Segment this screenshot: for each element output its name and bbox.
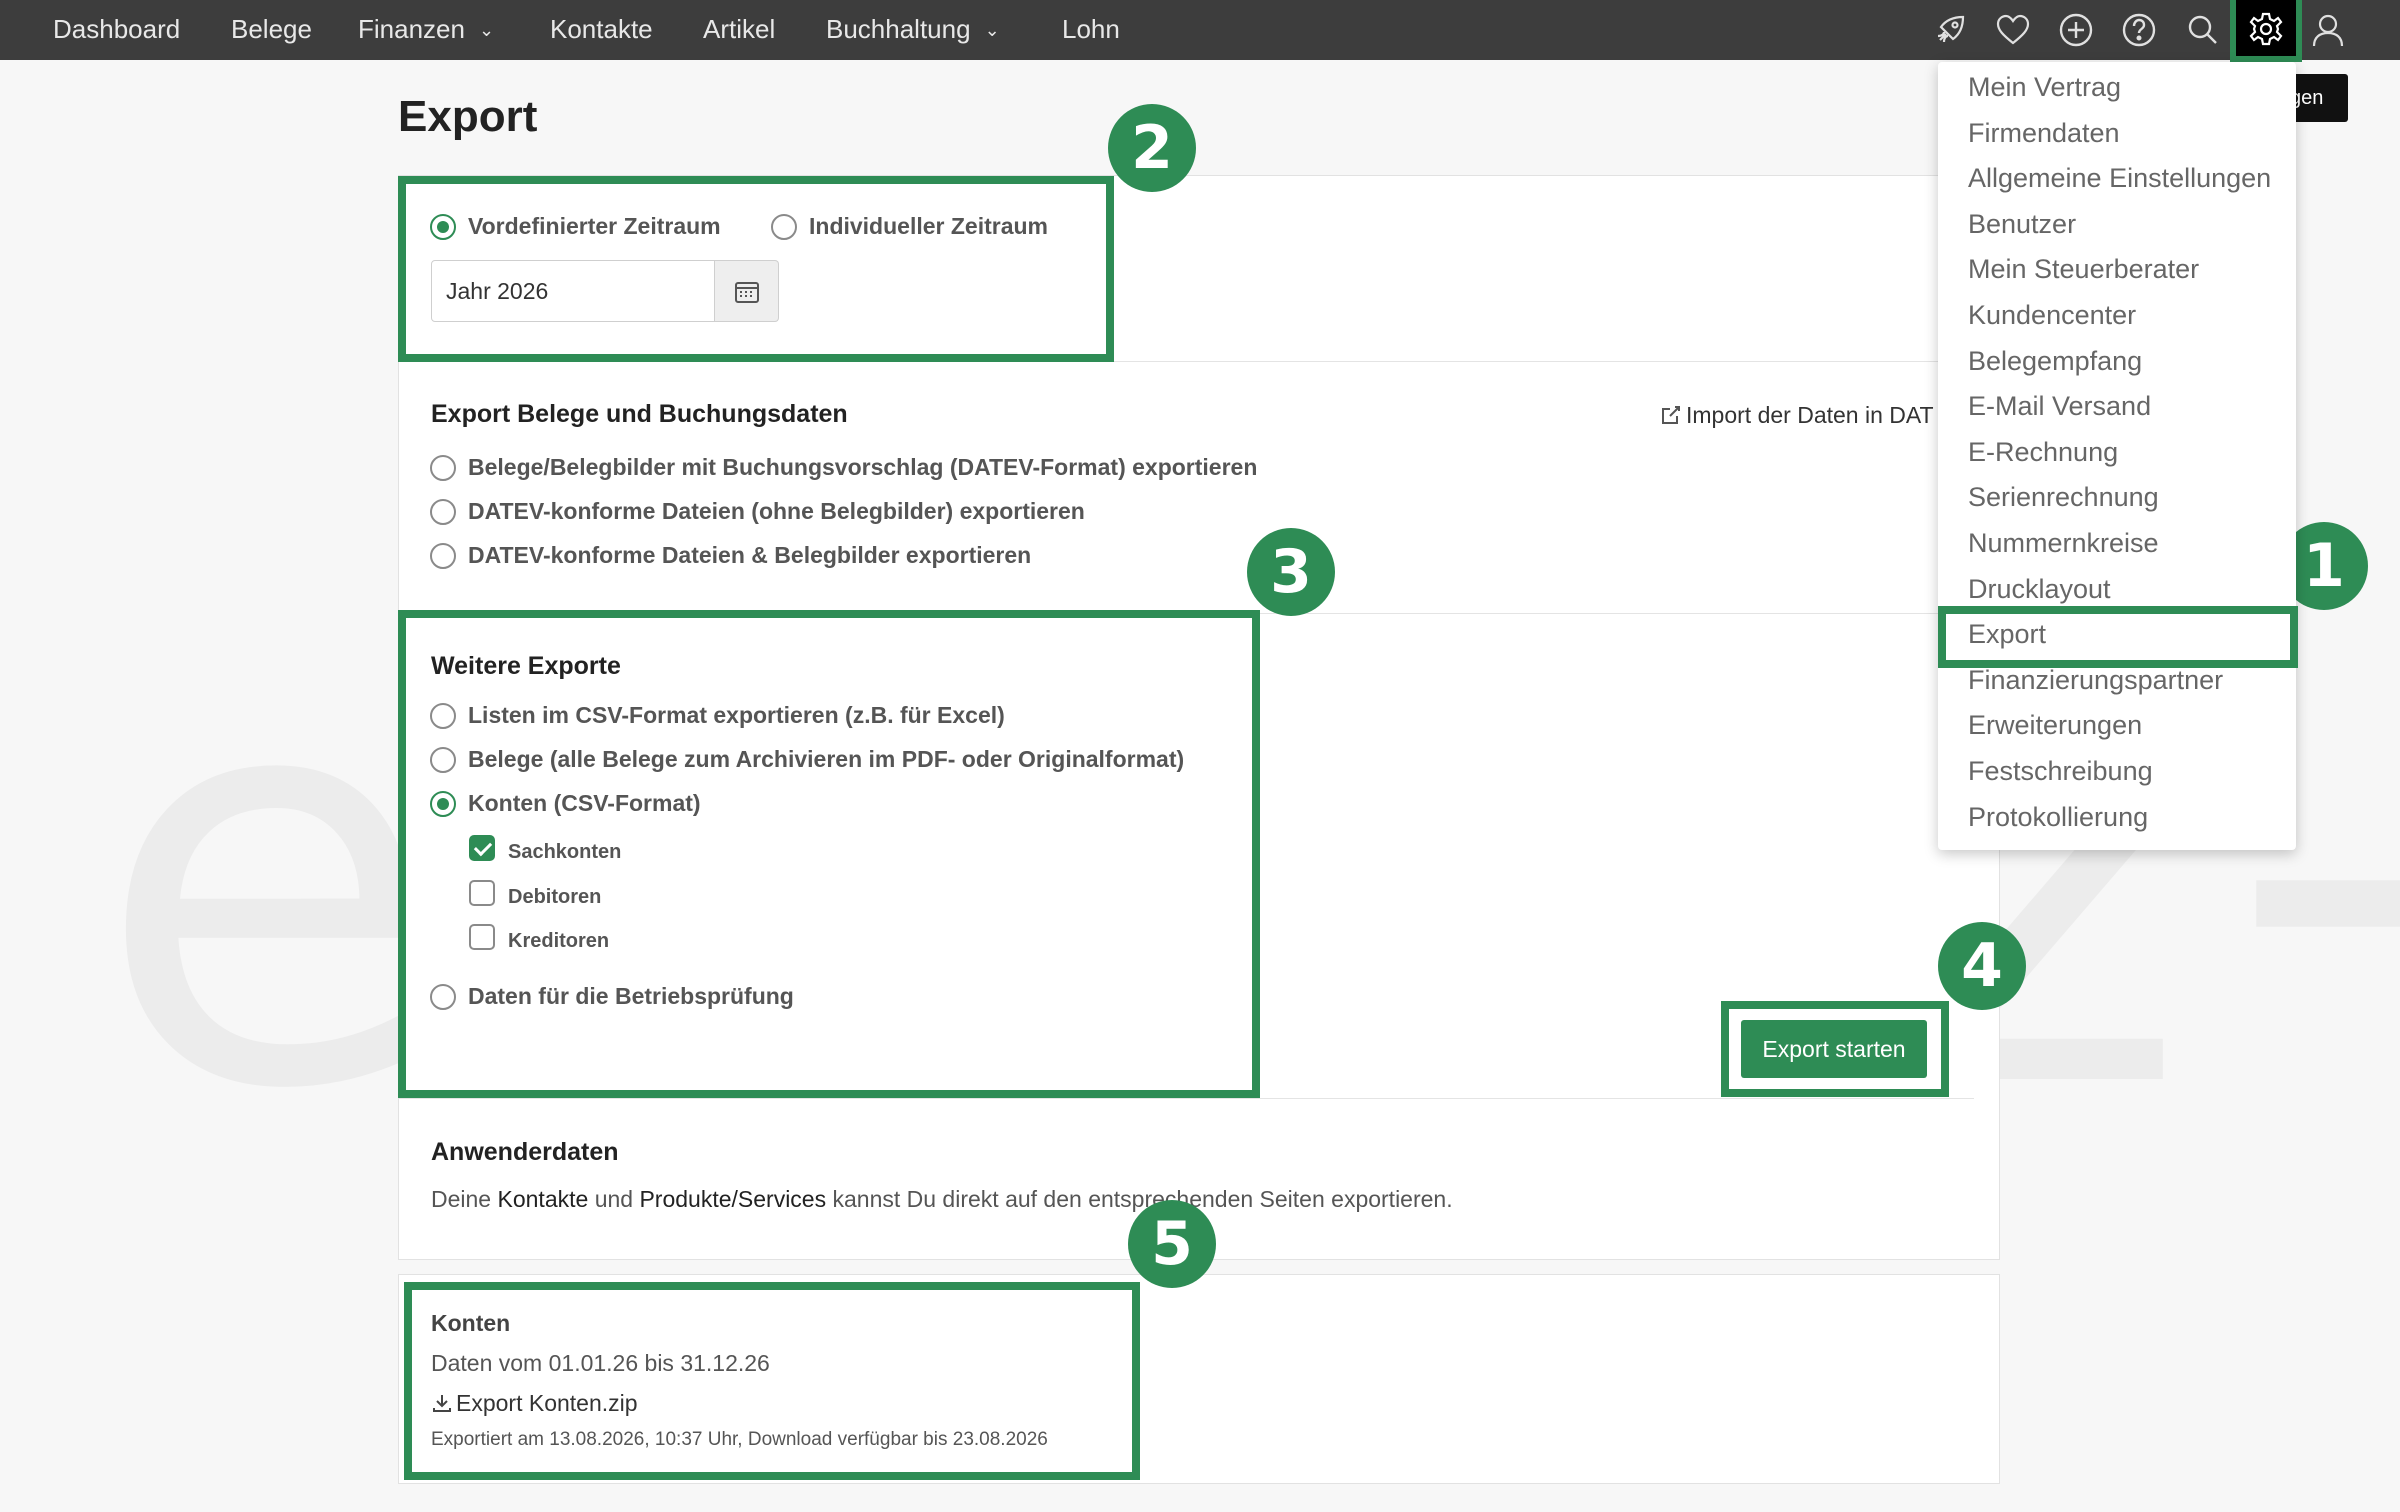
anwender-text-2: und xyxy=(594,1186,634,1212)
download-link[interactable]: Export Konten.zip xyxy=(431,1390,638,1417)
step-badge-5: 5 xyxy=(1128,1200,1216,1288)
nav-buchhaltung[interactable]: Buchhaltung ⌄ xyxy=(826,0,1000,60)
radio-belege-option-1[interactable] xyxy=(430,455,456,481)
chevron-down-icon: ⌄ xyxy=(984,20,1000,40)
menu-item-nummernkreise[interactable]: Nummernkreise xyxy=(1968,528,2159,559)
checkbox-sachkonten[interactable] xyxy=(469,835,495,861)
menu-item-benutzer[interactable]: Benutzer xyxy=(1968,209,2076,240)
divider xyxy=(399,1098,1974,1099)
highlight-menu-export xyxy=(1938,606,2298,668)
nav-belege[interactable]: Belege xyxy=(231,0,312,60)
external-link-icon xyxy=(1662,406,1680,424)
settings-button[interactable] xyxy=(2230,0,2302,62)
chevron-down-icon: ⌄ xyxy=(478,20,495,40)
checkbox-kreditoren[interactable] xyxy=(469,924,495,950)
radio-vordefinierter-zeitraum[interactable] xyxy=(430,214,456,240)
download-icon xyxy=(433,1395,451,1412)
gear-icon xyxy=(2249,12,2283,46)
step-badge-4: 4 xyxy=(1938,922,2026,1010)
settings-dropdown-menu: Mein Vertrag Firmendaten Allgemeine Eins… xyxy=(1938,62,2296,850)
download-file-name: Export Konten.zip xyxy=(456,1390,638,1416)
rocket-icon[interactable] xyxy=(1930,10,1970,50)
menu-item-mein-vertrag[interactable]: Mein Vertrag xyxy=(1968,72,2121,103)
export-result-card xyxy=(398,1274,2000,1484)
section-heading-anwender: Anwenderdaten xyxy=(431,1138,619,1166)
anwender-text-1: Deine xyxy=(431,1186,492,1212)
menu-item-allgemeine-einstellungen[interactable]: Allgemeine Einstellungen xyxy=(1968,163,2271,194)
checkbox-label: Sachkonten xyxy=(508,841,622,863)
search-icon[interactable] xyxy=(2183,10,2223,50)
nav-finanzen[interactable]: Finanzen ⌄ xyxy=(358,0,494,60)
import-datev-link[interactable]: Import der Daten in DAT xyxy=(1660,402,1934,429)
section-heading-weitere: Weitere Exporte xyxy=(431,652,621,680)
menu-item-kundencenter[interactable]: Kundencenter xyxy=(1968,300,2136,331)
menu-item-mein-steuerberater[interactable]: Mein Steuerberater xyxy=(1968,254,2199,285)
radio-label: Individueller Zeitraum xyxy=(809,213,1048,239)
calendar-button[interactable] xyxy=(715,260,779,322)
radio-label: DATEV-konforme Dateien (ohne Belegbilder… xyxy=(468,498,1085,524)
menu-item-email-versand[interactable]: E-Mail Versand xyxy=(1968,391,2151,422)
menu-item-firmendaten[interactable]: Firmendaten xyxy=(1968,118,2120,149)
radio-individueller-zeitraum[interactable] xyxy=(771,214,797,240)
radio-weitere-belege[interactable] xyxy=(430,747,456,773)
radio-label: Daten für die Betriebsprüfung xyxy=(468,983,794,1009)
calendar-icon xyxy=(735,282,759,303)
anwender-text-3: kannst Du direkt auf den entsprechenden … xyxy=(832,1186,1453,1212)
zeitraum-select[interactable]: Jahr 2026 xyxy=(431,260,715,322)
checkbox-debitoren[interactable] xyxy=(469,880,495,906)
heart-icon[interactable] xyxy=(1993,10,2033,50)
step-badge-2: 2 xyxy=(1108,104,1196,192)
menu-item-finanzierungspartner[interactable]: Finanzierungspartner xyxy=(1968,665,2223,696)
top-navigation-bar: Dashboard Belege Finanzen ⌄ Kontakte Arti… xyxy=(0,0,2400,60)
link-produkte-services[interactable]: Produkte/Services xyxy=(639,1186,826,1212)
menu-item-erweiterungen[interactable]: Erweiterungen xyxy=(1968,710,2142,741)
export-start-button[interactable]: Export starten xyxy=(1741,1020,1927,1078)
radio-label: Vordefinierter Zeitraum xyxy=(468,213,721,239)
nav-artikel[interactable]: Artikel xyxy=(703,0,775,60)
result-title: Konten xyxy=(431,1310,511,1336)
menu-item-belegempfang[interactable]: Belegempfang xyxy=(1968,346,2142,377)
radio-belege-option-3[interactable] xyxy=(430,543,456,569)
result-meta: Exportiert am 13.08.2026, 10:37 Uhr, Dow… xyxy=(431,1429,1048,1450)
nav-finanzen-label: Finanzen xyxy=(358,14,465,44)
menu-item-festschreibung[interactable]: Festschreibung xyxy=(1968,756,2153,787)
result-date-range: Daten vom 01.01.26 bis 31.12.26 xyxy=(431,1350,770,1376)
section-heading-belege: Export Belege und Buchungsdaten xyxy=(431,400,848,428)
radio-weitere-betriebspruefung[interactable] xyxy=(430,984,456,1010)
import-datev-label: Import der Daten in DAT xyxy=(1686,402,1934,428)
nav-dashboard[interactable]: Dashboard xyxy=(53,0,180,60)
radio-belege-option-2[interactable] xyxy=(430,499,456,525)
help-icon[interactable] xyxy=(2119,10,2159,50)
page-title: Export xyxy=(398,92,538,141)
radio-label: Belege (alle Belege zum Archivieren im P… xyxy=(468,746,1185,772)
menu-item-e-rechnung[interactable]: E-Rechnung xyxy=(1968,437,2118,468)
radio-weitere-csv-listen[interactable] xyxy=(430,703,456,729)
anwender-text: Deine Kontakte und Produkte/Services kan… xyxy=(431,1186,1453,1213)
nav-kontakte[interactable]: Kontakte xyxy=(550,0,653,60)
nav-lohn[interactable]: Lohn xyxy=(1062,0,1120,60)
plus-circle-icon[interactable] xyxy=(2056,10,2096,50)
checkbox-label: Debitoren xyxy=(508,886,602,908)
radio-weitere-konten[interactable] xyxy=(430,791,456,817)
radio-label: DATEV-konforme Dateien & Belegbilder exp… xyxy=(468,542,1032,568)
menu-item-drucklayout[interactable]: Drucklayout xyxy=(1968,574,2111,605)
menu-item-protokollierung[interactable]: Protokollierung xyxy=(1968,802,2148,833)
radio-label: Belege/Belegbilder mit Buchungsvorschlag… xyxy=(468,454,1258,480)
divider xyxy=(399,361,2001,362)
menu-item-serienrechnung[interactable]: Serienrechnung xyxy=(1968,482,2159,513)
nav-buchhaltung-label: Buchhaltung xyxy=(826,14,971,44)
step-badge-3: 3 xyxy=(1247,528,1335,616)
divider xyxy=(399,613,2001,614)
checkbox-label: Kreditoren xyxy=(508,930,610,952)
radio-label: Listen im CSV-Format exportieren (z.B. f… xyxy=(468,702,1005,728)
link-kontakte[interactable]: Kontakte xyxy=(498,1186,589,1212)
radio-label: Konten (CSV-Format) xyxy=(468,790,701,816)
user-icon[interactable] xyxy=(2308,10,2348,50)
